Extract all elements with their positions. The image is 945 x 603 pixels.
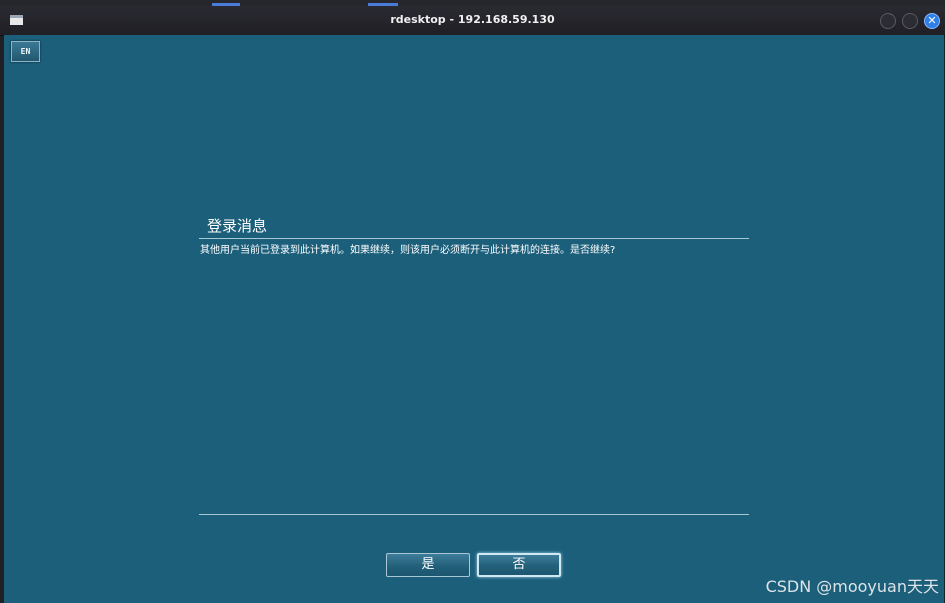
titlebar[interactable]: rdesktop - 192.168.59.130 ✕ (0, 6, 945, 36)
rdesktop-window: rdesktop - 192.168.59.130 ✕ EN 登录消息 其他用户… (0, 0, 945, 603)
remote-desktop-area[interactable]: EN 登录消息 其他用户当前已登录到此计算机。如果继续，则该用户必须断开与此计算… (4, 35, 944, 603)
no-button[interactable]: 否 (477, 553, 561, 577)
dialog-title: 登录消息 (207, 217, 268, 235)
minimize-button[interactable] (880, 13, 896, 29)
dialog-divider-bottom (199, 514, 749, 515)
dialog-message: 其他用户当前已登录到此计算机。如果继续，则该用户必须断开与此计算机的连接。是否继… (200, 245, 616, 256)
window-title: rdesktop - 192.168.59.130 (390, 13, 555, 26)
close-button[interactable]: ✕ (924, 13, 940, 29)
yes-button[interactable]: 是 (386, 553, 470, 577)
close-icon: ✕ (927, 14, 937, 27)
watermark: CSDN @mooyuan天天 (765, 577, 939, 596)
maximize-button[interactable] (902, 13, 918, 29)
dialog-divider-top (199, 238, 749, 239)
language-button[interactable]: EN (11, 41, 40, 62)
